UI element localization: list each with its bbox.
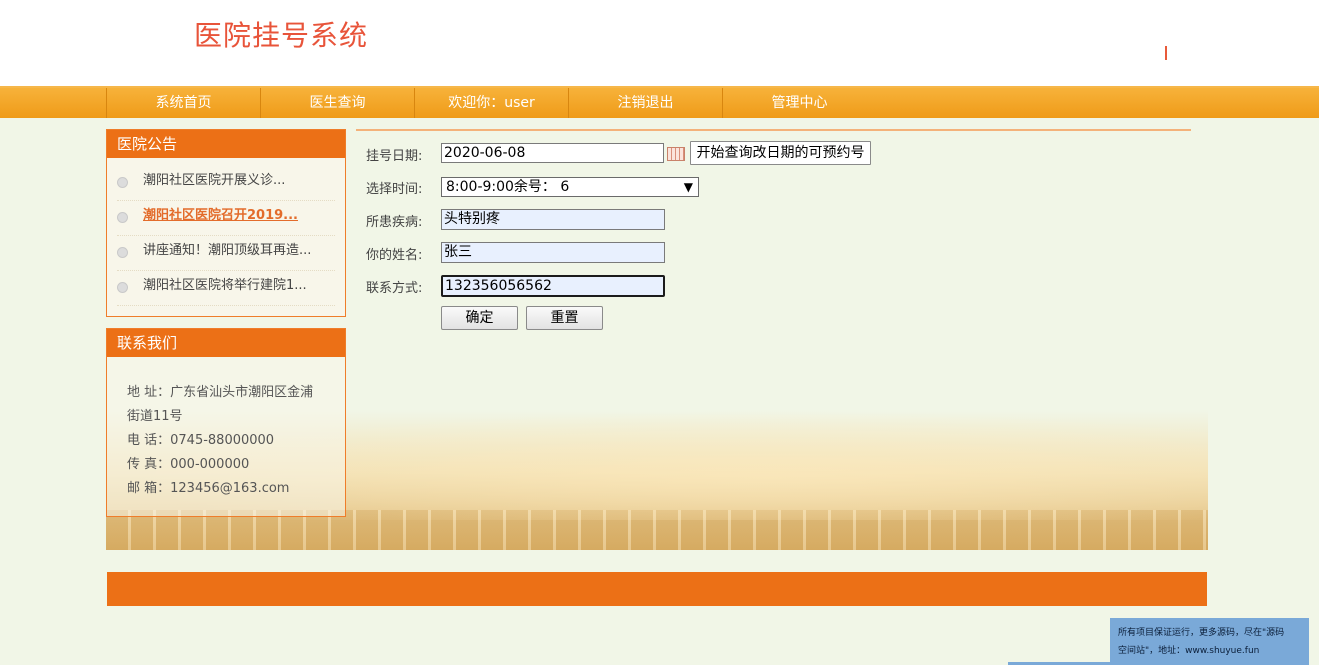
- nav-doctor-search[interactable]: 医生查询: [260, 88, 414, 118]
- main-nav: 系统首页 医生查询 欢迎你：user 注销退出 管理中心: [0, 86, 1319, 118]
- nav-welcome-user[interactable]: 欢迎你：user: [414, 88, 568, 118]
- notice-item-text: 潮阳社区医院召开2019...: [143, 208, 298, 223]
- notice-item[interactable]: 讲座通知！潮阳顶级耳再造...: [117, 236, 335, 271]
- contact-fax: 传 真：000-000000: [127, 457, 250, 472]
- calendar-icon[interactable]: [667, 147, 685, 161]
- footer-bar: [107, 572, 1207, 606]
- source-watermark: 所有项目保证运行，更多源码，尽在"源码 空间站"，地址：www.shuyue.f…: [1110, 618, 1309, 665]
- bullet-icon: [117, 282, 128, 293]
- time-select[interactable]: 8:00-9:00余号： 6 ▼: [441, 177, 699, 197]
- disease-label: 所患疾病:: [366, 215, 423, 230]
- nav-logout[interactable]: 注销退出: [568, 88, 722, 118]
- site-title: 医院挂号系统: [194, 19, 369, 52]
- nav-home[interactable]: 系统首页: [106, 88, 260, 118]
- nav-admin-center[interactable]: 管理中心: [722, 88, 876, 118]
- contact-phone: 电 话：0745-88000000: [127, 433, 275, 448]
- contact-label: 联系方式:: [366, 281, 423, 296]
- notice-list: 潮阳社区医院开展义诊... 潮阳社区医院召开2019... 讲座通知！潮阳顶级耳…: [107, 158, 345, 306]
- date-input[interactable]: 2020-06-08: [441, 143, 664, 163]
- bullet-icon: [117, 177, 128, 188]
- name-label: 你的姓名:: [366, 248, 423, 263]
- chevron-down-icon: ▼: [683, 180, 693, 194]
- bullet-icon: [117, 247, 128, 258]
- query-date-button[interactable]: 开始查询改日期的可预约号: [690, 141, 871, 165]
- notice-item[interactable]: 潮阳社区医院将举行建院1...: [117, 271, 335, 306]
- disease-input[interactable]: 头特别疼: [441, 209, 665, 230]
- header-divider-mark: [1165, 46, 1167, 60]
- reset-button[interactable]: 重置: [526, 306, 603, 330]
- watermark-line-2: 空间站"，地址：www.shuyue.fun: [1118, 646, 1260, 656]
- watermark-line-1: 所有项目保证运行，更多源码，尽在"源码: [1118, 628, 1285, 638]
- confirm-button[interactable]: 确定: [441, 306, 518, 330]
- site-header: 医院挂号系统: [0, 0, 1319, 86]
- date-label: 挂号日期:: [366, 149, 423, 164]
- name-input[interactable]: 张三: [441, 242, 665, 263]
- contact-info: 地 址：广东省汕头市潮阳区金浦 街道11号 电 话：0745-88000000 …: [107, 357, 345, 511]
- contact-input[interactable]: 132356056562: [441, 275, 665, 297]
- contact-address: 地 址：广东省汕头市潮阳区金浦: [127, 385, 314, 400]
- contact-address-cont: 街道11号: [127, 409, 183, 424]
- notice-item-text: 潮阳社区医院开展义诊...: [143, 173, 286, 188]
- notice-item[interactable]: 潮阳社区医院开展义诊...: [117, 166, 335, 201]
- time-select-value: 8:00-9:00余号： 6: [446, 179, 570, 195]
- time-label: 选择时间:: [366, 182, 423, 197]
- contact-panel-title: 联系我们: [107, 329, 345, 357]
- notice-panel-title: 医院公告: [107, 130, 345, 158]
- notice-panel: 医院公告 潮阳社区医院开展义诊... 潮阳社区医院召开2019... 讲座通知！…: [106, 129, 346, 317]
- contact-panel: 联系我们 地 址：广东省汕头市潮阳区金浦 街道11号 电 话：0745-8800…: [106, 328, 346, 517]
- form-top-divider: [356, 129, 1191, 131]
- contact-email: 邮 箱：123456@163.com: [127, 481, 290, 496]
- notice-item-text: 潮阳社区医院将举行建院1...: [143, 278, 307, 293]
- notice-item[interactable]: 潮阳社区医院召开2019...: [117, 201, 335, 236]
- notice-item-text: 讲座通知！潮阳顶级耳再造...: [143, 243, 312, 258]
- bullet-icon: [117, 212, 128, 223]
